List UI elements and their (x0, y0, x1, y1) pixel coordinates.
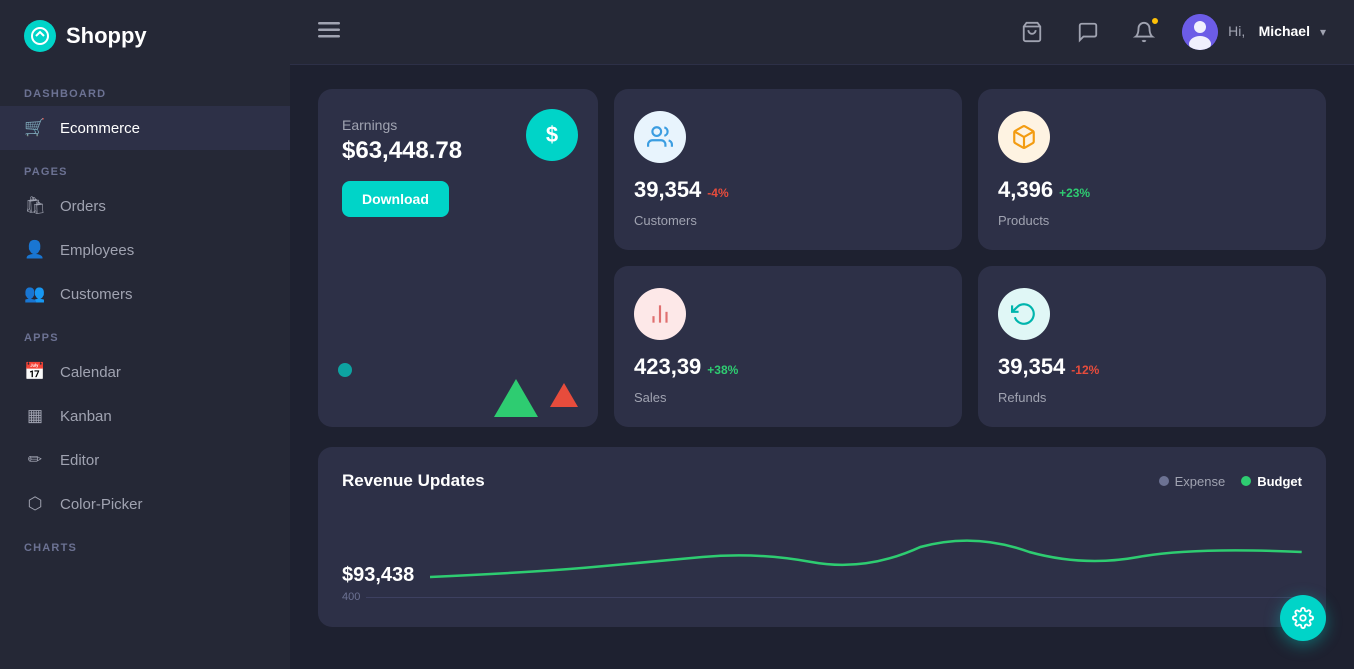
legend-expense: Expense (1159, 474, 1226, 489)
logo-icon (24, 20, 56, 52)
sidebar-label-calendar: Calendar (60, 364, 121, 381)
customers-stat-number: 39,354 -4% (634, 177, 942, 203)
decorative-triangle-red (550, 383, 578, 407)
expense-label: Expense (1175, 474, 1226, 489)
pages-section-label: PAGES (0, 150, 290, 184)
notification-button[interactable] (1126, 14, 1162, 50)
sales-stat-label: Sales (634, 390, 942, 405)
user-info[interactable]: Hi, Michael ▾ (1182, 14, 1326, 50)
stat-card-sales: 423,39 +38% Sales (614, 266, 962, 427)
y-axis-label: 400 (342, 591, 360, 603)
revenue-section: Revenue Updates Expense Budget $93,438 (318, 447, 1326, 627)
chart-legend: Expense Budget (1159, 474, 1302, 489)
customers-icon: 👥 (24, 284, 46, 304)
apps-section-label: APPS (0, 316, 290, 350)
chevron-down-icon: ▾ (1320, 25, 1326, 39)
ecommerce-icon: 🛒 (24, 118, 46, 138)
stat-card-products: 4,396 +23% Products (978, 89, 1326, 250)
app-name: Shoppy (66, 23, 147, 49)
legend-budget: Budget (1241, 474, 1302, 489)
stat-card-customers: 39,354 -4% Customers (614, 89, 962, 250)
expense-dot (1159, 476, 1169, 486)
username-text: Michael (1259, 23, 1310, 39)
sidebar-item-editor[interactable]: ✏ Editor (0, 438, 290, 482)
sidebar-label-editor: Editor (60, 452, 99, 469)
main-content: Hi, Michael ▾ Earnings $63,448.78 Downlo… (290, 0, 1354, 669)
decorative-triangle-green (494, 379, 538, 417)
sidebar-item-employees[interactable]: 👤 Employees (0, 228, 290, 272)
y-axis-line (366, 597, 1302, 598)
revenue-chart: $93,438 (342, 507, 1302, 587)
stat-card-refunds: 39,354 -12% Refunds (978, 266, 1326, 427)
calendar-icon: 📅 (24, 362, 46, 382)
products-stat-icon (998, 111, 1050, 163)
customers-stat-label: Customers (634, 213, 942, 228)
revenue-header: Revenue Updates Expense Budget (342, 471, 1302, 491)
header-right: Hi, Michael ▾ (1014, 14, 1326, 50)
color-picker-icon: ⬡ (24, 494, 46, 514)
header: Hi, Michael ▾ (290, 0, 1354, 65)
sidebar-item-kanban[interactable]: ▦ Kanban (0, 394, 290, 438)
sales-stat-number: 423,39 +38% (634, 354, 942, 380)
budget-dot (1241, 476, 1251, 486)
sidebar: Shoppy DASHBOARD 🛒 Ecommerce PAGES 🛍 Ord… (0, 0, 290, 669)
kanban-icon: ▦ (24, 406, 46, 426)
sidebar-label-ecommerce: Ecommerce (60, 120, 140, 137)
chart-y-axis: 400 (342, 591, 1302, 603)
orders-icon: 🛍 (24, 196, 46, 216)
employees-icon: 👤 (24, 240, 46, 260)
sidebar-label-color-picker: Color-Picker (60, 496, 143, 513)
products-stat-number: 4,396 +23% (998, 177, 1306, 203)
chart-left: $93,438 (342, 564, 414, 587)
sidebar-label-kanban: Kanban (60, 408, 112, 425)
charts-section-label: CHARTS (0, 526, 290, 560)
notification-badge (1150, 16, 1160, 26)
decorative-circle (338, 363, 352, 377)
chart-amount: $93,438 (342, 564, 414, 587)
customers-stat-icon (634, 111, 686, 163)
sidebar-label-orders: Orders (60, 198, 106, 215)
avatar (1182, 14, 1218, 50)
greeting-text: Hi, (1228, 23, 1245, 39)
earnings-dollar-icon: $ (526, 109, 578, 161)
stats-grid: 39,354 -4% Customers 4, (614, 89, 1326, 427)
budget-label: Budget (1257, 474, 1302, 489)
refunds-stat-icon (998, 288, 1050, 340)
sidebar-item-calendar[interactable]: 📅 Calendar (0, 350, 290, 394)
refunds-stat-number: 39,354 -12% (998, 354, 1306, 380)
earnings-card: Earnings $63,448.78 Download $ (318, 89, 598, 427)
cart-button[interactable] (1014, 14, 1050, 50)
sales-stat-icon (634, 288, 686, 340)
app-logo[interactable]: Shoppy (0, 0, 290, 72)
refunds-stat-label: Refunds (998, 390, 1306, 405)
chart-area (430, 527, 1302, 587)
chat-button[interactable] (1070, 14, 1106, 50)
products-stat-label: Products (998, 213, 1306, 228)
dashboard-section-label: DASHBOARD (0, 72, 290, 106)
sidebar-label-employees: Employees (60, 242, 134, 259)
revenue-title: Revenue Updates (342, 471, 485, 491)
sidebar-item-customers[interactable]: 👥 Customers (0, 272, 290, 316)
header-left (318, 21, 340, 44)
download-button[interactable]: Download (342, 181, 449, 217)
user-greeting: Hi, Michael (1228, 23, 1310, 41)
editor-icon: ✏ (24, 450, 46, 470)
settings-fab[interactable] (1280, 595, 1326, 641)
cards-row: Earnings $63,448.78 Download $ (318, 89, 1326, 427)
sidebar-item-color-picker[interactable]: ⬡ Color-Picker (0, 482, 290, 526)
sidebar-item-orders[interactable]: 🛍 Orders (0, 184, 290, 228)
sidebar-label-customers: Customers (60, 286, 133, 303)
dashboard-content: Earnings $63,448.78 Download $ (290, 65, 1354, 669)
hamburger-icon[interactable] (318, 21, 340, 44)
sidebar-item-ecommerce[interactable]: 🛒 Ecommerce (0, 106, 290, 150)
